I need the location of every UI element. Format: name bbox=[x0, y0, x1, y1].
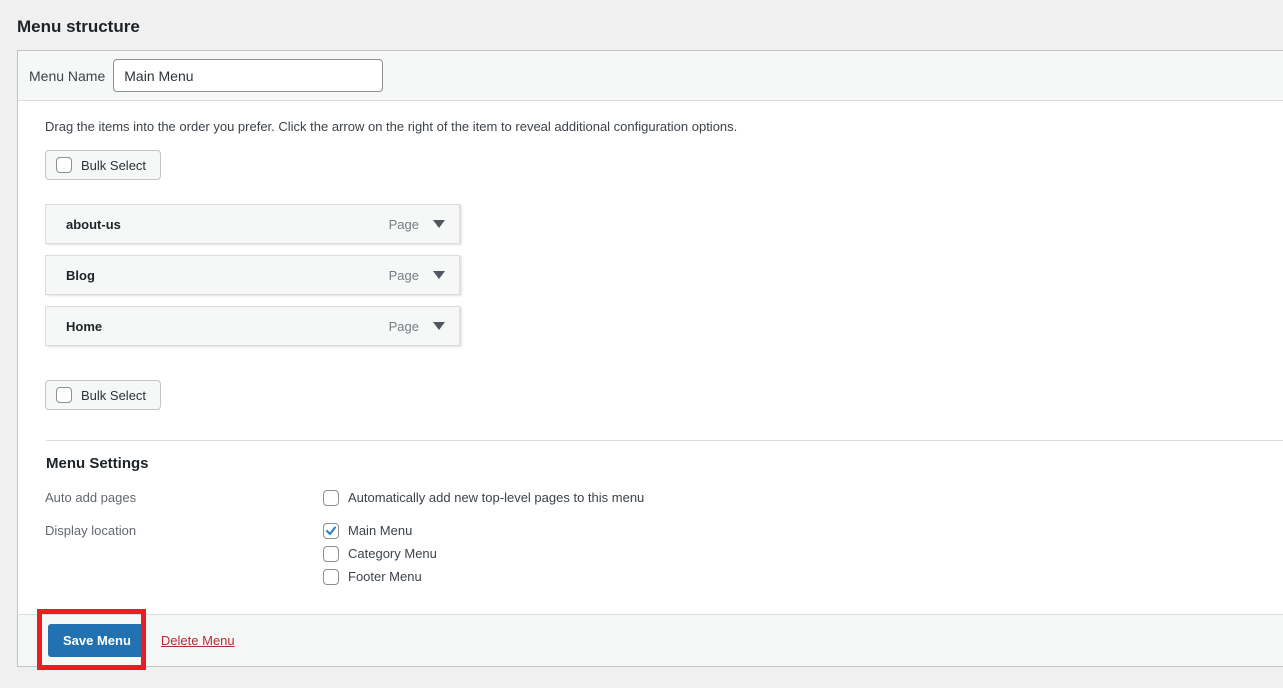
chevron-down-icon[interactable] bbox=[433, 271, 445, 279]
bulk-select-top-checkbox[interactable] bbox=[56, 157, 72, 173]
menu-editor-footer: Save Menu Delete Menu bbox=[18, 614, 1283, 666]
menu-item-blog[interactable]: Blog Page bbox=[45, 255, 460, 295]
auto-add-pages-option[interactable]: Automatically add new top-level pages to… bbox=[323, 488, 644, 507]
settings-divider bbox=[46, 440, 1283, 441]
menu-item-type: Page bbox=[389, 268, 419, 283]
bulk-select-top[interactable]: Bulk Select bbox=[45, 150, 161, 180]
auto-add-option-label: Automatically add new top-level pages to… bbox=[348, 488, 644, 507]
category-menu-checkbox[interactable] bbox=[323, 546, 339, 562]
save-menu-button[interactable]: Save Menu bbox=[48, 624, 146, 657]
menu-item-type: Page bbox=[389, 217, 419, 232]
bulk-select-label: Bulk Select bbox=[81, 388, 146, 403]
bulk-select-label: Bulk Select bbox=[81, 158, 146, 173]
menu-structure-body: Drag the items into the order you prefer… bbox=[18, 101, 1283, 614]
menu-settings-table: Auto add pages Automatically add new top… bbox=[45, 488, 1283, 586]
drag-instructions: Drag the items into the order you prefer… bbox=[45, 101, 1283, 135]
location-option-label: Category Menu bbox=[348, 544, 437, 563]
display-location-row: Display location Main Menu Category Menu bbox=[45, 521, 1283, 586]
display-location-label: Display location bbox=[45, 521, 323, 586]
location-option-label: Main Menu bbox=[348, 521, 412, 540]
check-icon bbox=[325, 525, 337, 537]
menu-item-home[interactable]: Home Page bbox=[45, 306, 460, 346]
bulk-select-bottom-checkbox[interactable] bbox=[56, 387, 72, 403]
auto-add-pages-label: Auto add pages bbox=[45, 488, 323, 511]
location-option-footer-menu[interactable]: Footer Menu bbox=[323, 567, 437, 586]
menu-items-list: about-us Page Blog Page Home Page bbox=[45, 204, 1283, 346]
menu-item-about-us[interactable]: about-us Page bbox=[45, 204, 460, 244]
location-option-main-menu[interactable]: Main Menu bbox=[323, 521, 437, 540]
main-menu-checkbox[interactable] bbox=[323, 523, 339, 539]
page-title: Menu structure bbox=[17, 17, 1283, 37]
menu-item-title: Home bbox=[66, 319, 102, 334]
menu-settings-heading: Menu Settings bbox=[46, 455, 1283, 473]
location-option-label: Footer Menu bbox=[348, 567, 422, 586]
auto-add-checkbox[interactable] bbox=[323, 490, 339, 506]
auto-add-pages-row: Auto add pages Automatically add new top… bbox=[45, 488, 1283, 511]
menu-name-bar: Menu Name bbox=[18, 51, 1283, 101]
menu-editor-panel: Menu Name Drag the items into the order … bbox=[17, 50, 1283, 667]
footer-menu-checkbox[interactable] bbox=[323, 569, 339, 585]
menu-item-title: about-us bbox=[66, 217, 121, 232]
menu-name-input[interactable] bbox=[113, 59, 383, 92]
chevron-down-icon[interactable] bbox=[433, 322, 445, 330]
location-option-category-menu[interactable]: Category Menu bbox=[323, 544, 437, 563]
display-location-options: Main Menu Category Menu Footer Menu bbox=[323, 521, 437, 586]
delete-menu-link[interactable]: Delete Menu bbox=[161, 633, 235, 648]
menu-item-type: Page bbox=[389, 319, 419, 334]
menu-item-title: Blog bbox=[66, 268, 95, 283]
bulk-select-bottom[interactable]: Bulk Select bbox=[45, 380, 161, 410]
chevron-down-icon[interactable] bbox=[433, 220, 445, 228]
menu-name-label: Menu Name bbox=[29, 68, 105, 84]
